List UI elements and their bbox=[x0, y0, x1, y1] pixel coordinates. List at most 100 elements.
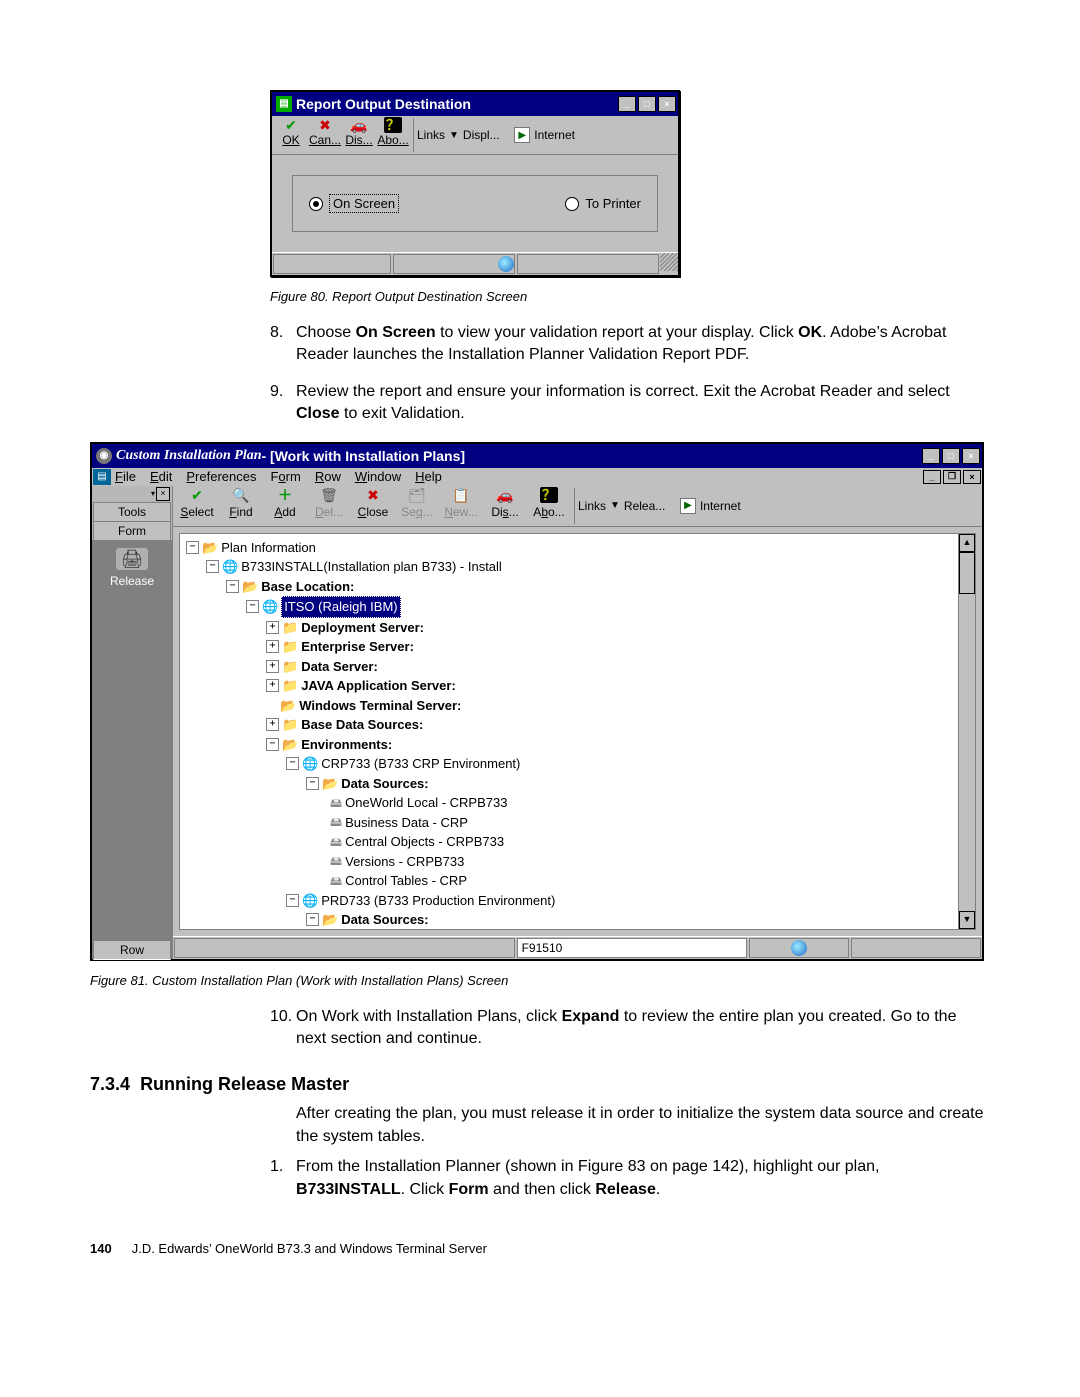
menu-row[interactable]: Row bbox=[315, 469, 341, 484]
displ-link[interactable]: Displ... bbox=[463, 128, 500, 142]
dis-button[interactable]: Dis... bbox=[483, 488, 527, 519]
resize-grip[interactable] bbox=[660, 253, 678, 271]
tree-crp[interactable]: CRP733 (B733 CRP Environment) bbox=[321, 754, 520, 774]
close-button-tb[interactable]: Close bbox=[351, 488, 395, 519]
installation-plan-window: ◉ Custom Installation Plan - [Work with … bbox=[90, 442, 984, 961]
cancel-button[interactable]: Can... bbox=[308, 118, 342, 147]
tree-ent[interactable]: Enterprise Server: bbox=[301, 637, 414, 657]
release-label: Release bbox=[110, 574, 154, 588]
radio-onscreen[interactable]: On Screen bbox=[309, 194, 399, 213]
section-heading: 7.3.4 Running Release Master bbox=[90, 1074, 990, 1095]
status-code: F91510 bbox=[517, 938, 747, 958]
menu-help[interactable]: Help bbox=[415, 469, 442, 484]
tree-ds2[interactable]: Data Sources: bbox=[341, 910, 428, 930]
close-button[interactable]: × bbox=[658, 96, 676, 112]
tree-prd[interactable]: PRD733 (B733 Production Environment) bbox=[321, 891, 555, 911]
tree-base-loc[interactable]: Base Location: bbox=[261, 577, 354, 597]
chevron-down-icon[interactable]: ▼ bbox=[449, 130, 459, 141]
scroll-up[interactable]: ▲ bbox=[959, 534, 975, 552]
tree-plan-info[interactable]: Plan Information bbox=[221, 538, 316, 558]
select-button[interactable]: Select bbox=[175, 488, 219, 519]
menu-preferences[interactable]: Preferences bbox=[186, 469, 256, 484]
scroll-down[interactable]: ▼ bbox=[959, 911, 975, 929]
report-output-window: ▤ Report Output Destination _ □ × OK Can… bbox=[270, 90, 680, 277]
sidebar-tab-row[interactable]: Row bbox=[93, 940, 171, 960]
sidebar-tab-form[interactable]: Form bbox=[93, 521, 171, 541]
internet-link[interactable]: Internet bbox=[534, 128, 575, 142]
about-button[interactable]: Abo... bbox=[527, 488, 571, 519]
help-icon bbox=[527, 488, 571, 506]
release-icon[interactable]: 🖨 bbox=[116, 548, 148, 570]
magnifier-icon bbox=[219, 488, 263, 506]
menu-form[interactable]: Form bbox=[270, 469, 300, 484]
sidebar-close[interactable]: × bbox=[156, 487, 170, 501]
mdi-close[interactable]: × bbox=[963, 470, 981, 484]
links-label: Links bbox=[578, 499, 606, 513]
window-title: Report Output Destination bbox=[296, 96, 616, 112]
globe-icon bbox=[791, 940, 807, 956]
ok-button[interactable]: OK bbox=[274, 118, 308, 147]
footer-title: J.D. Edwards’ OneWorld B73.3 and Windows… bbox=[132, 1241, 487, 1256]
tree-bds[interactable]: Base Data Sources: bbox=[301, 715, 423, 735]
seq-icon bbox=[395, 488, 439, 506]
car-icon bbox=[342, 118, 376, 134]
maximize-button[interactable]: □ bbox=[638, 96, 656, 112]
minimize-button[interactable]: _ bbox=[618, 96, 636, 112]
close-button[interactable]: × bbox=[962, 448, 980, 464]
title-doc: - [Work with Installation Plans] bbox=[262, 448, 466, 464]
tree-view[interactable]: −Plan Information −B733INSTALL(Installat… bbox=[179, 533, 976, 930]
menu-window[interactable]: Window bbox=[355, 469, 401, 484]
radio-onscreen-label: On Screen bbox=[329, 194, 399, 213]
dis-button[interactable]: Dis... bbox=[342, 118, 376, 147]
globe-icon bbox=[262, 597, 278, 617]
tree-dep[interactable]: Deployment Server: bbox=[301, 618, 424, 638]
maximize-button[interactable]: □ bbox=[942, 448, 960, 464]
tree-itso[interactable]: ITSO (Raleigh IBM) bbox=[281, 596, 400, 618]
about-button[interactable]: Abo... bbox=[376, 118, 410, 147]
car-icon bbox=[483, 488, 527, 506]
drive-icon bbox=[330, 833, 342, 851]
internet-link[interactable]: Internet bbox=[700, 499, 741, 513]
status-bar-81: F91510 bbox=[173, 936, 982, 959]
minimize-button[interactable]: _ bbox=[922, 448, 940, 464]
tree-wts[interactable]: Windows Terminal Server: bbox=[299, 696, 461, 716]
tree-owl[interactable]: OneWorld Local - CRPB733 bbox=[345, 793, 507, 813]
tree-ds[interactable]: Data Sources: bbox=[341, 774, 428, 794]
tree-bdata[interactable]: Business Data - CRP bbox=[345, 813, 468, 833]
radio-toprinter-label: To Printer bbox=[585, 196, 641, 211]
title-bar: ▤ Report Output Destination _ □ × bbox=[272, 92, 678, 116]
tree-data[interactable]: Data Server: bbox=[301, 657, 378, 677]
help-icon bbox=[376, 118, 410, 134]
folder-icon bbox=[322, 774, 338, 794]
sidebar-tab-tools[interactable]: Tools bbox=[93, 502, 171, 522]
chevron-down-icon[interactable]: ▾ bbox=[151, 489, 155, 498]
add-button[interactable]: Add bbox=[263, 488, 307, 519]
trash-icon bbox=[307, 488, 351, 506]
chevron-down-icon[interactable]: ▼ bbox=[610, 500, 620, 511]
folder-icon bbox=[282, 637, 298, 657]
tree-cobj[interactable]: Central Objects - CRPB733 bbox=[345, 832, 504, 852]
tree-vers[interactable]: Versions - CRPB733 bbox=[345, 852, 464, 872]
tree-ctrl[interactable]: Control Tables - CRP bbox=[345, 871, 467, 891]
tree-b733[interactable]: B733INSTALL(Installation plan B733) - In… bbox=[241, 557, 502, 577]
title-bar-81: ◉ Custom Installation Plan - [Work with … bbox=[92, 444, 982, 468]
page-footer: 140 J.D. Edwards’ OneWorld B73.3 and Win… bbox=[90, 1241, 990, 1256]
toolbar-81: Select Find Add Del... Close Seq... New.… bbox=[173, 486, 982, 527]
check-icon bbox=[274, 118, 308, 134]
mdi-minimize[interactable]: _ bbox=[923, 470, 941, 484]
status-bar bbox=[272, 252, 678, 275]
scrollbar[interactable]: ▲ ▼ bbox=[958, 534, 975, 929]
find-button[interactable]: Find bbox=[219, 488, 263, 519]
mdi-restore[interactable]: ❐ bbox=[943, 470, 961, 484]
menu-file[interactable]: File bbox=[115, 469, 136, 484]
relea-link[interactable]: Relea... bbox=[624, 499, 665, 513]
folder-icon bbox=[242, 577, 258, 597]
step-8: 8. Choose On Screen to view your validat… bbox=[270, 322, 990, 367]
radio-toprinter[interactable]: To Printer bbox=[565, 194, 641, 213]
new-button: New... bbox=[439, 488, 483, 519]
scroll-thumb[interactable] bbox=[959, 552, 975, 594]
tree-env[interactable]: Environments: bbox=[301, 735, 392, 755]
menu-edit[interactable]: Edit bbox=[150, 469, 172, 484]
step-10: 10. On Work with Installation Plans, cli… bbox=[270, 1006, 990, 1051]
tree-java[interactable]: JAVA Application Server: bbox=[301, 676, 456, 696]
